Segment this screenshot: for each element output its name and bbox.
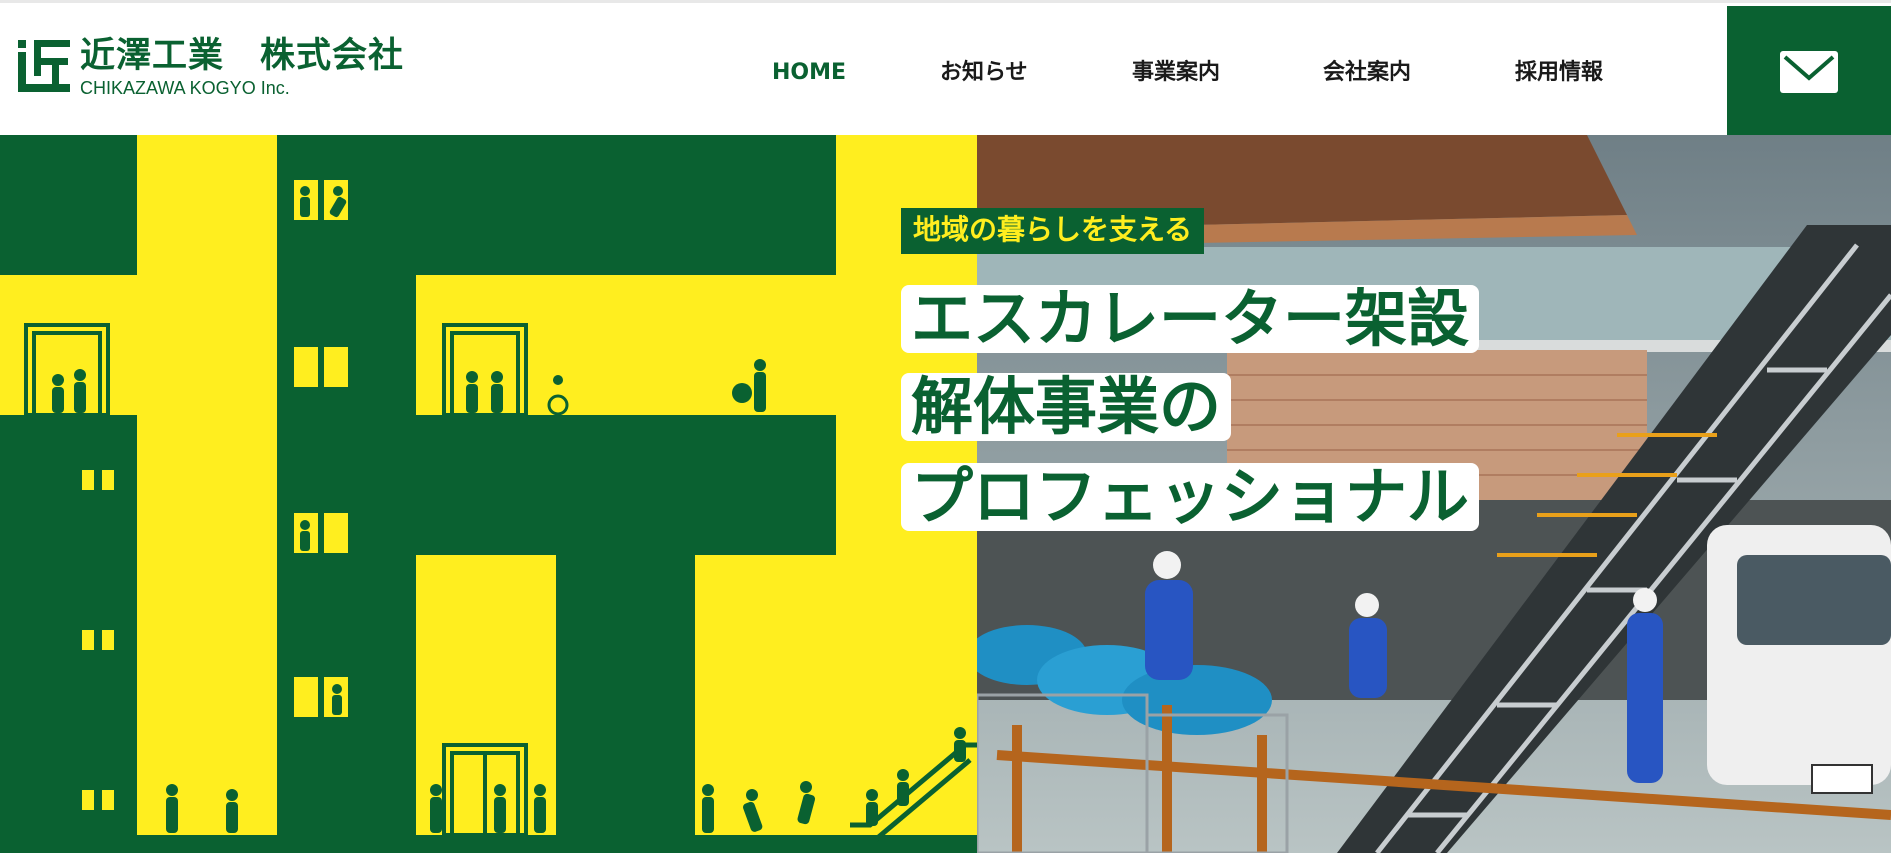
- nav-item-home[interactable]: HOME: [772, 53, 846, 93]
- contact-button[interactable]: [1727, 6, 1891, 138]
- hero-headline-line-2: 解体事業の: [901, 373, 1232, 441]
- logo-mark-icon: [18, 40, 70, 92]
- nav-item-company[interactable]: 会社案内: [1323, 53, 1411, 93]
- hero-headline-line-1: エスカレーター架設: [901, 285, 1480, 353]
- site-header: 近澤工業 株式会社 CHIKAZAWA KOGYO Inc. HOME お知らせ…: [0, 0, 1891, 138]
- company-name-jp: 近澤工業 株式会社: [80, 36, 405, 76]
- nav-item-business[interactable]: 事業案内: [1132, 53, 1220, 93]
- nav-item-news[interactable]: お知らせ: [940, 53, 1028, 93]
- company-name-en: CHIKAZAWA KOGYO Inc.: [80, 78, 290, 98]
- nav-item-recruit[interactable]: 採用情報: [1515, 53, 1603, 93]
- hero-tagline: 地域の暮らしを支える: [901, 208, 1205, 254]
- hero-section: 地域の暮らしを支える エスカレーター架設 解体事業の プロフェッショナル: [0, 135, 1891, 853]
- company-logo[interactable]: 近澤工業 株式会社 CHIKAZAWA KOGYO Inc.: [16, 36, 436, 106]
- building-illustration: [0, 135, 977, 853]
- mail-icon: [1780, 51, 1838, 93]
- hero-headline-line-3: プロフェッショナル: [901, 463, 1480, 531]
- page: 近澤工業 株式会社 CHIKAZAWA KOGYO Inc. HOME お知らせ…: [0, 0, 1891, 853]
